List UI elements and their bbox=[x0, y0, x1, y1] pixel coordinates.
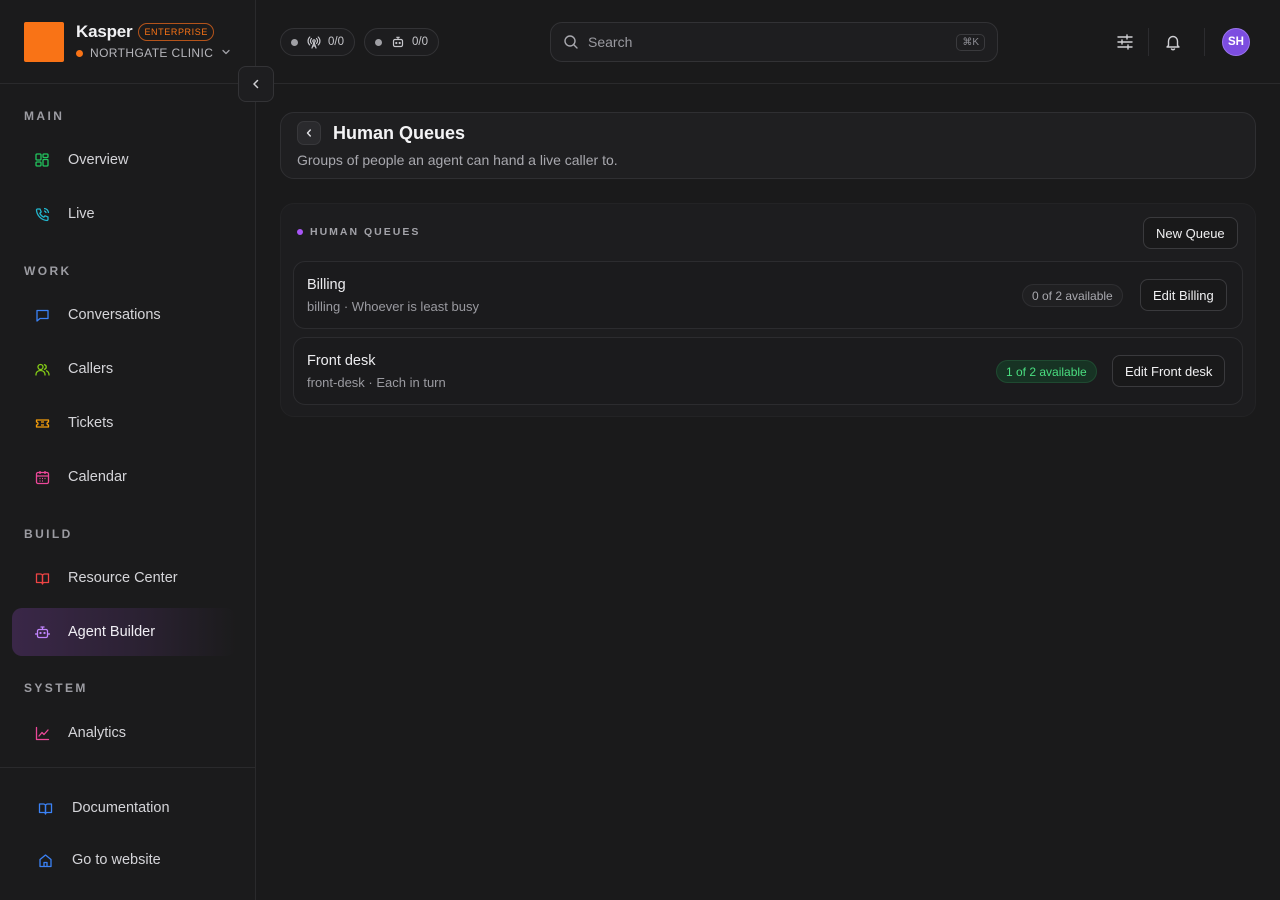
status-dot bbox=[291, 38, 298, 46]
sidebar-item-label: Analytics bbox=[68, 725, 127, 741]
sidebar-divider bbox=[0, 83, 255, 84]
queue-meta: front-desk · Each in turn bbox=[307, 375, 446, 390]
sidebar-item-tickets[interactable]: Tickets bbox=[12, 399, 236, 447]
panel-label: HUMAN QUEUES bbox=[297, 226, 420, 238]
queues-panel: HUMAN QUEUES New Queue Billing billing ·… bbox=[280, 203, 1256, 417]
notifications-button[interactable] bbox=[1161, 30, 1185, 54]
sidebar-footer-website[interactable]: Go to website bbox=[24, 848, 161, 872]
sidebar-item-label: Calendar bbox=[68, 469, 127, 485]
org-status-dot bbox=[76, 49, 83, 57]
page-subtitle: Groups of people an agent can hand a liv… bbox=[297, 152, 618, 168]
page-header: Human Queues Groups of people an agent c… bbox=[280, 112, 1256, 179]
page-title: Human Queues bbox=[333, 123, 466, 143]
topbar-separator bbox=[1204, 28, 1205, 56]
grid-icon bbox=[34, 152, 50, 168]
availability-badge: 1 of 2 available bbox=[996, 360, 1097, 383]
chevron-down-icon bbox=[221, 46, 231, 60]
sidebar-item-agent-builder[interactable]: Agent Builder bbox=[12, 608, 236, 656]
section-system: SYSTEM bbox=[24, 681, 88, 695]
chat-icon bbox=[34, 307, 50, 323]
panel-label-text: HUMAN QUEUES bbox=[310, 226, 421, 238]
sliders-icon bbox=[1116, 33, 1134, 51]
status-pill-lines[interactable]: 0/0 bbox=[280, 28, 355, 56]
tier-badge: ENTERPRISE bbox=[138, 23, 214, 41]
chart-icon bbox=[34, 725, 50, 741]
antenna-icon bbox=[307, 35, 321, 49]
sidebar-item-label: Callers bbox=[68, 361, 114, 377]
status-dot bbox=[375, 38, 382, 46]
sidebar-footer-divider bbox=[0, 767, 255, 768]
chevron-left-icon bbox=[304, 128, 314, 138]
bot-icon bbox=[34, 624, 50, 640]
queue-row-front-desk[interactable]: Front desk front-desk · Each in turn 1 o… bbox=[293, 337, 1243, 405]
home-icon bbox=[38, 852, 54, 868]
sidebar-item-label: Agent Builder bbox=[68, 624, 156, 640]
search-placeholder: Search bbox=[588, 34, 633, 50]
sidebar-footer-documentation[interactable]: Documentation bbox=[24, 796, 170, 820]
avatar[interactable]: SH bbox=[1222, 28, 1250, 56]
edit-front-desk-button[interactable]: Edit Front desk bbox=[1112, 355, 1226, 387]
sidebar-item-label: Conversations bbox=[68, 307, 161, 323]
footer-item-label: Go to website bbox=[72, 852, 161, 868]
edit-billing-button[interactable]: Edit Billing bbox=[1140, 279, 1227, 311]
section-main: MAIN bbox=[24, 109, 65, 123]
topbar: 0/0 0/0 Search ⌘K SH bbox=[256, 0, 1280, 84]
sidebar-item-live[interactable]: Live bbox=[12, 190, 236, 238]
status-pill-agents[interactable]: 0/0 bbox=[364, 28, 439, 56]
brand-name: Kasper bbox=[76, 22, 133, 41]
back-button[interactable] bbox=[297, 121, 321, 145]
topbar-separator bbox=[1148, 28, 1149, 56]
brand: Kasper ENTERPRISE NORTHGATE CLINIC bbox=[24, 22, 231, 62]
queue-row-billing[interactable]: Billing billing · Whoever is least busy … bbox=[293, 261, 1243, 329]
ticket-icon bbox=[34, 415, 50, 431]
sidebar-item-callers[interactable]: Callers bbox=[12, 345, 236, 393]
bot-icon bbox=[391, 35, 405, 49]
search-input[interactable]: Search ⌘K bbox=[550, 22, 998, 62]
brand-logo bbox=[24, 22, 64, 62]
phone-icon bbox=[34, 206, 50, 222]
status-pill-value: 0/0 bbox=[328, 36, 344, 48]
filters-button[interactable] bbox=[1113, 30, 1137, 54]
sidebar-item-label: Tickets bbox=[68, 415, 114, 431]
panel-label-dot bbox=[297, 229, 303, 235]
sidebar-item-calendar[interactable]: Calendar bbox=[12, 453, 236, 501]
status-pill-value: 0/0 bbox=[412, 36, 428, 48]
queue-name: Front desk bbox=[307, 353, 376, 369]
sidebar-item-label: Resource Center bbox=[68, 570, 178, 586]
sidebar-collapse-button[interactable] bbox=[238, 66, 274, 102]
sidebar-item-analytics[interactable]: Analytics bbox=[12, 709, 236, 757]
search-shortcut: ⌘K bbox=[956, 33, 985, 51]
sidebar-item-resource-center[interactable]: Resource Center bbox=[12, 554, 236, 602]
bell-icon bbox=[1164, 33, 1182, 51]
users-icon bbox=[34, 361, 50, 377]
section-work: WORK bbox=[24, 264, 72, 278]
section-build: BUILD bbox=[24, 527, 73, 541]
sidebar: Kasper ENTERPRISE NORTHGATE CLINIC MAIN … bbox=[0, 0, 256, 900]
book-open-icon bbox=[38, 800, 54, 816]
sidebar-item-overview[interactable]: Overview bbox=[12, 136, 236, 184]
sidebar-item-label: Live bbox=[68, 206, 95, 222]
org-name: NORTHGATE CLINIC bbox=[90, 46, 214, 60]
calendar-icon bbox=[34, 469, 50, 485]
footer-item-label: Documentation bbox=[72, 800, 170, 816]
availability-badge: 0 of 2 available bbox=[1022, 284, 1123, 307]
chevron-left-icon bbox=[250, 78, 262, 90]
queue-name: Billing bbox=[307, 277, 346, 293]
sidebar-item-label: Overview bbox=[68, 152, 129, 168]
org-switcher[interactable]: NORTHGATE CLINIC bbox=[76, 46, 231, 60]
book-icon bbox=[34, 570, 50, 586]
queue-meta: billing · Whoever is least busy bbox=[307, 299, 479, 314]
search-icon bbox=[563, 34, 579, 50]
new-queue-button[interactable]: New Queue bbox=[1143, 217, 1238, 249]
sidebar-item-conversations[interactable]: Conversations bbox=[12, 291, 236, 339]
